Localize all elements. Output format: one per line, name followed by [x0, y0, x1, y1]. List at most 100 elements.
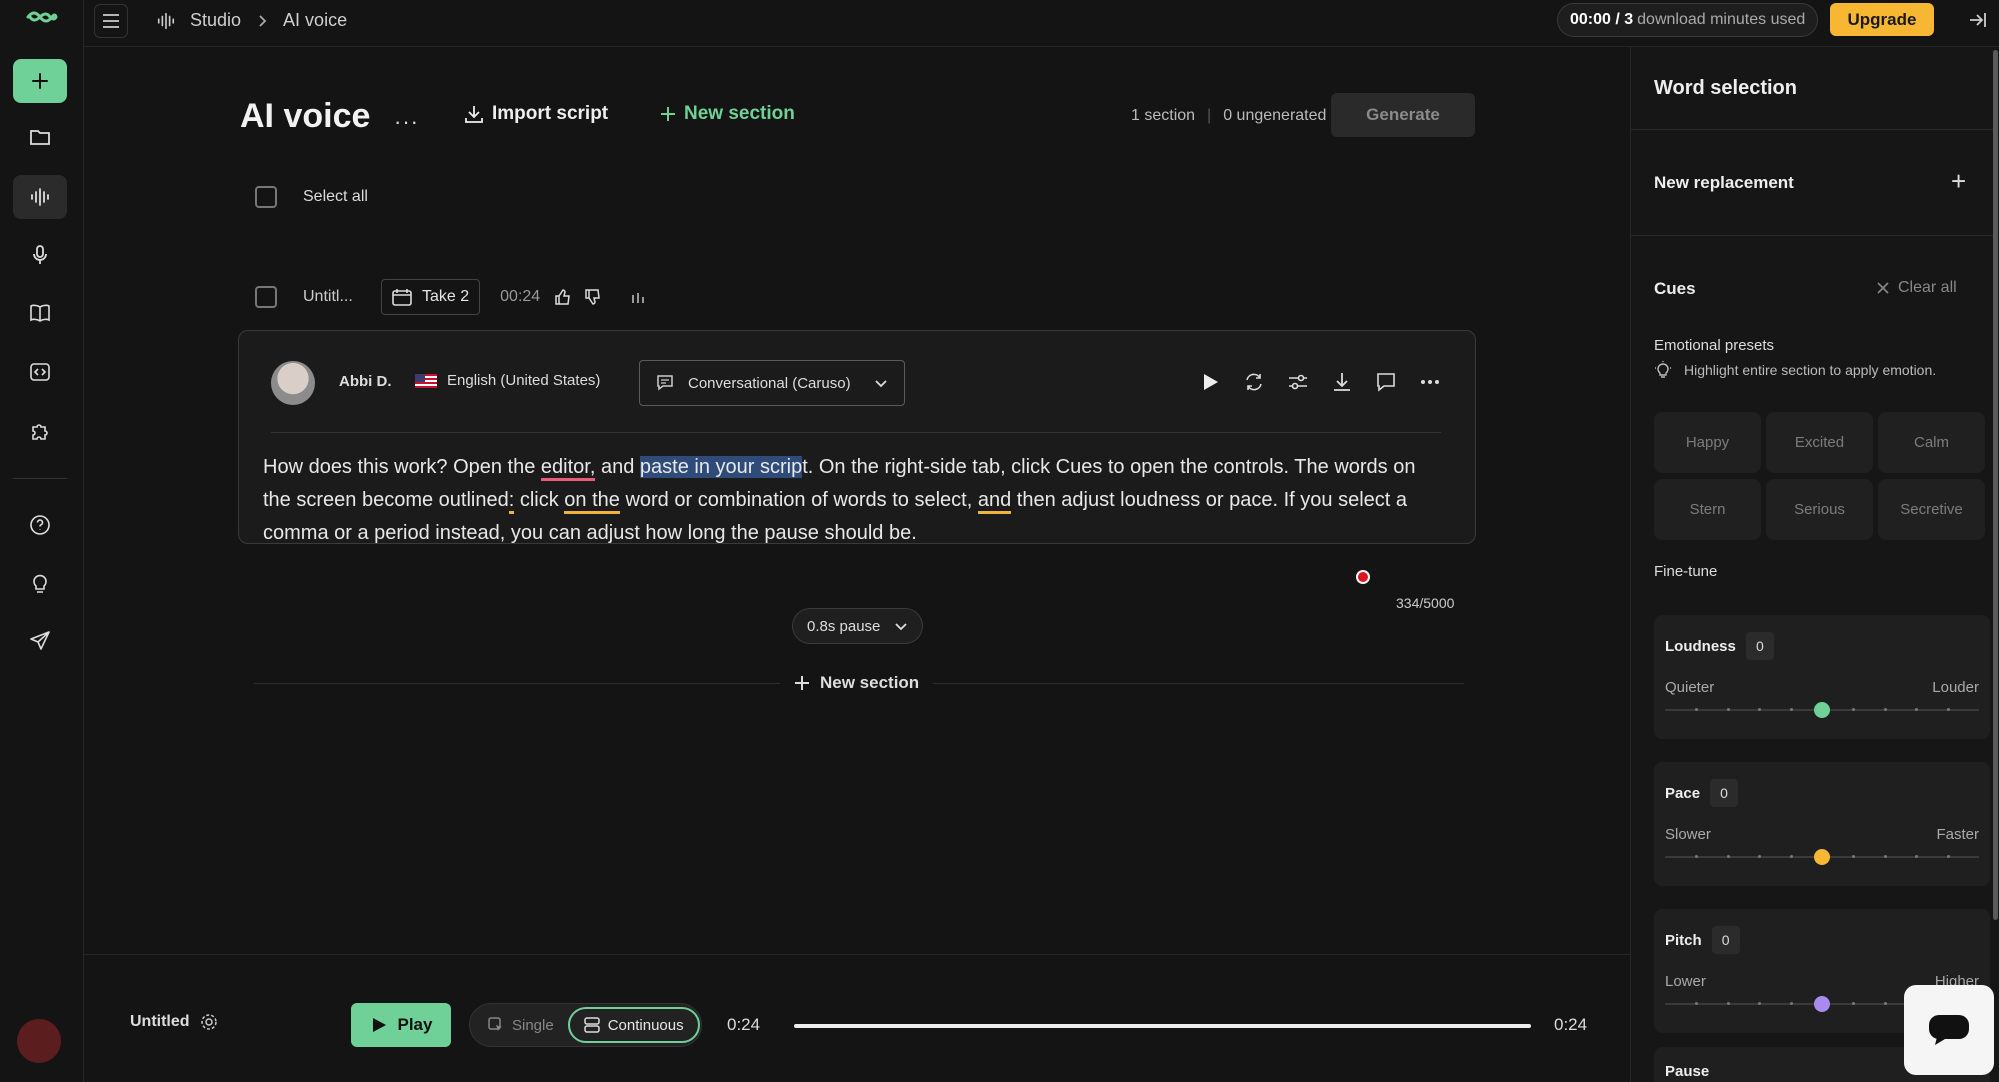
top-bar: Studio AI voice 00:00 / 3 download minut… — [84, 0, 1999, 47]
emotion-presets: Happy Excited Calm Stern Serious Secreti… — [1654, 412, 1990, 540]
create-new-button[interactable] — [13, 59, 67, 103]
regenerate-icon[interactable] — [1243, 371, 1265, 393]
slider-tick — [1758, 1002, 1762, 1005]
loudness-slider-handle[interactable] — [1814, 702, 1830, 718]
pitch-slider-handle[interactable] — [1814, 996, 1830, 1012]
panel-title: Word selection — [1654, 77, 1797, 99]
pace-title: Pace — [1665, 784, 1701, 802]
preset-secretive[interactable]: Secretive — [1878, 479, 1985, 540]
pause-dropdown[interactable]: 0.8s pause — [792, 608, 924, 644]
document-title: Untitled — [130, 1013, 190, 1030]
fine-tune-label: Fine-tune — [1654, 563, 1718, 580]
preset-serious[interactable]: Serious — [1766, 479, 1873, 540]
select-all-row[interactable]: Select all — [255, 186, 368, 208]
slider-tick — [1726, 855, 1730, 858]
pace-slider[interactable] — [1665, 849, 1979, 865]
usage-time: 00:00 / 3 — [1570, 11, 1634, 28]
pitch-value[interactable]: 0 — [1711, 926, 1740, 954]
play-icon[interactable] — [1199, 371, 1221, 393]
voice-style-dropdown[interactable]: Conversational (Caruso) — [639, 360, 905, 406]
puzzle-icon — [32, 424, 48, 440]
preset-happy[interactable]: Happy — [1654, 412, 1761, 473]
nav-embed[interactable] — [13, 350, 67, 394]
nav-projects[interactable] — [13, 115, 67, 159]
loudness-value[interactable]: 0 — [1745, 632, 1774, 660]
mode-continuous[interactable]: Continuous — [567, 1007, 700, 1043]
section-count: 1 section — [1131, 107, 1196, 124]
nav-ideas[interactable] — [13, 561, 67, 605]
time-total: 0:24 — [1554, 1015, 1588, 1034]
generate-button[interactable]: Generate — [1331, 93, 1475, 137]
slider-tick — [1789, 855, 1793, 858]
more-icon[interactable] — [1419, 371, 1441, 393]
takes-icon — [392, 289, 412, 306]
menu-button[interactable] — [94, 4, 128, 38]
language-selector[interactable]: English (United States) — [415, 372, 600, 389]
mode-single[interactable]: Single — [474, 1007, 568, 1043]
pitch-title: Pitch — [1665, 931, 1702, 949]
support-chat-button[interactable] — [1904, 985, 1994, 1075]
left-rail — [0, 0, 84, 1082]
preset-stern[interactable]: Stern — [1654, 479, 1761, 540]
add-replacement-button[interactable]: + — [1951, 168, 1966, 194]
script-editor[interactable]: How does this work? Open the editor, and… — [263, 451, 1433, 550]
usage-indicator[interactable]: 00:00 / 3 download minutes used — [1557, 3, 1819, 37]
logo-icon[interactable] — [26, 8, 58, 26]
slider-tick — [1758, 855, 1762, 858]
script-word-cue[interactable]: on the — [564, 489, 620, 514]
nav-integrations[interactable] — [13, 409, 67, 453]
nav-send[interactable] — [13, 619, 67, 663]
chevron-down-icon — [895, 623, 908, 631]
script-word-cue[interactable]: editor, — [540, 456, 596, 481]
pitch-low-label: Lower — [1665, 973, 1706, 990]
preset-excited[interactable]: Excited — [1766, 412, 1873, 473]
section-meta: 1 section | 0 ungenerated — [1131, 107, 1326, 125]
thumbs-up-button[interactable] — [554, 288, 572, 306]
slider-tick — [1695, 855, 1699, 858]
stats-button[interactable] — [630, 289, 646, 305]
section-name[interactable]: Untitl... — [303, 288, 363, 306]
loudness-slider[interactable] — [1665, 702, 1979, 718]
download-icon[interactable] — [1331, 371, 1353, 393]
clear-all-button[interactable]: Clear all — [1876, 279, 1957, 297]
title-more-button[interactable]: ··· — [394, 109, 419, 135]
voice-name[interactable]: Abbi D. — [339, 373, 392, 390]
import-script-button[interactable]: Import script — [464, 103, 608, 125]
script-selection[interactable]: paste in your scrip — [639, 456, 803, 478]
cues-title: Cues — [1654, 279, 1696, 298]
chevron-right-icon — [259, 14, 267, 27]
upgrade-button[interactable]: Upgrade — [1830, 3, 1934, 36]
section-checkbox[interactable] — [255, 286, 277, 308]
breadcrumb-studio[interactable]: Studio — [190, 10, 241, 31]
nav-ai-voice[interactable] — [13, 175, 67, 219]
thumbs-down-button[interactable] — [584, 288, 602, 306]
play-button[interactable]: Play — [351, 1003, 451, 1047]
voice-avatar[interactable] — [271, 361, 315, 405]
new-section-button[interactable]: New section — [660, 103, 795, 125]
panel-divider — [1631, 235, 1993, 236]
pause-title: Pause — [1665, 1063, 1710, 1080]
playback-scrubber[interactable] — [794, 1024, 1531, 1028]
collapse-panel-icon[interactable] — [1966, 9, 1988, 31]
waveform-icon — [157, 12, 175, 29]
script-text: and — [595, 456, 640, 478]
loudness-title: Loudness — [1665, 637, 1736, 655]
comment-icon[interactable] — [1375, 371, 1397, 393]
nav-help[interactable] — [13, 503, 67, 547]
pace-slider-handle[interactable] — [1814, 849, 1830, 865]
document-name: Untitled — [130, 1013, 218, 1031]
pace-value[interactable]: 0 — [1710, 779, 1739, 807]
preset-calm[interactable]: Calm — [1878, 412, 1985, 473]
panel-scrollbar[interactable] — [1993, 50, 1998, 920]
settings-sliders-icon[interactable] — [1287, 371, 1309, 393]
script-word-cue[interactable]: and — [977, 489, 1012, 514]
take-selector-button[interactable]: Take 2 — [381, 279, 481, 315]
slider-tick — [1883, 708, 1887, 711]
nav-record[interactable] — [13, 233, 67, 277]
new-section-inline-button[interactable]: New section — [780, 673, 934, 693]
select-all-checkbox[interactable] — [255, 186, 277, 208]
emotional-presets-label: Emotional presets — [1654, 337, 1775, 354]
nav-library[interactable] — [13, 291, 67, 335]
gear-icon[interactable] — [200, 1013, 218, 1031]
user-avatar[interactable] — [17, 1019, 61, 1063]
